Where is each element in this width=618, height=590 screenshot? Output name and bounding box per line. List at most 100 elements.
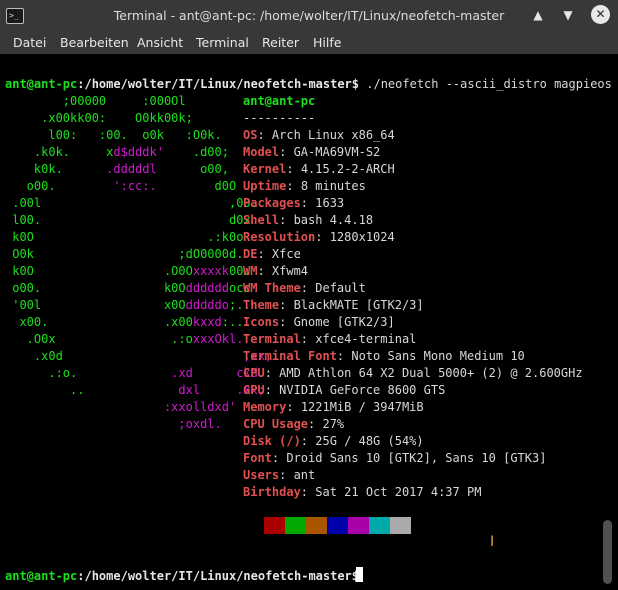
close-icon[interactable]: ✕ (591, 5, 610, 24)
prompt-path: :/home/wolter/IT/Linux/neofetch-master$ (77, 569, 360, 583)
ascii-logo-line: l00: :00. o0k :O0k. (5, 127, 221, 144)
info-key: Birthday (243, 485, 301, 499)
info-value: Default (315, 281, 366, 295)
prompt-path: :/home/wolter/IT/Linux/neofetch-master$ (77, 77, 360, 91)
info-key: Kernel (243, 162, 287, 176)
info-value: Droid Sans 10 [GTK2], Sans 10 [GTK3] (286, 451, 547, 465)
ascii-logo-line: .00l ,00. (5, 195, 258, 212)
ascii-logo-line: o00. ':cc:. d0O (5, 178, 237, 195)
info-colon: : (336, 349, 352, 363)
info-row: Resolution: 1280x1024 (243, 229, 395, 246)
ascii-logo-segment: :.. (221, 315, 244, 329)
ascii-logo-segment: k0O .O0O (5, 264, 193, 278)
info-colon: : (279, 315, 294, 329)
ascii-logo-line: k0O .O0Oxxxxk00: (5, 263, 250, 280)
ascii-logo-segment: o00, (156, 162, 229, 176)
info-key: Theme (243, 298, 280, 312)
info-row: WM: Xfwm4 (243, 263, 308, 280)
info-row: CPU Usage: 27% (243, 416, 344, 433)
ascii-logo-segment: d0O (156, 179, 237, 193)
info-user: ant@ant-pc (243, 94, 316, 108)
ascii-logo-line: .. dxl .xx; (5, 382, 265, 399)
info-value: Arch Linux x86_64 (271, 128, 395, 142)
ascii-logo-segment: ,00. (41, 196, 258, 210)
info-row: Uptime: 8 minutes (243, 178, 366, 195)
ascii-logo-line: .k0k. xd$dddk' .d00; (5, 144, 229, 161)
info-key: DE (243, 247, 258, 261)
ascii-logo-segment: .:o. (5, 366, 78, 380)
ascii-logo-line: .O0x .:oxxxOkl. (5, 331, 244, 348)
info-colon: : (279, 468, 294, 482)
text-cursor (356, 567, 363, 582)
menu-terminal[interactable]: Terminal (196, 35, 249, 50)
info-value: Gnome [GTK2/3] (293, 315, 395, 329)
ascii-logo-line: .:o. .xd ckd (5, 365, 258, 382)
info-colon: : (300, 332, 316, 346)
info-colon: : (286, 179, 301, 193)
info-colon: : (315, 230, 330, 244)
prompt-user: ant@ant-pc (5, 77, 78, 91)
ascii-logo-line: .x0d ,xx, (5, 348, 272, 365)
ascii-logo-segment: dxl .xx; (84, 383, 266, 397)
info-value: ant (293, 468, 316, 482)
info-key: Terminal (243, 332, 301, 346)
info-row: Terminal Font: Noto Sans Mono Medium 10 (243, 348, 525, 365)
ascii-logo-segment: kxxd (192, 315, 222, 329)
info-row: Theme: BlackMATE [GTK2/3] (243, 297, 424, 314)
info-header: ant@ant-pc (243, 93, 315, 110)
info-colon: : (300, 196, 316, 210)
info-value: BlackMATE [GTK2/3] (293, 298, 424, 312)
current-prompt: ant@ant-pc:/home/wolter/IT/Linux/neofetc… (5, 568, 359, 585)
menu-reiter[interactable]: Reiter (262, 35, 299, 50)
info-row: GPU: NVIDIA GeForce 8600 GTS (243, 382, 445, 399)
scrollbar[interactable] (603, 520, 612, 584)
info-key: CPU Usage (243, 417, 309, 431)
ascii-logo-segment: ;00000 :000Ol (5, 94, 186, 108)
info-separator-text: ---------- (243, 111, 316, 125)
ascii-logo-segment: .O0x .:o (5, 332, 193, 346)
ascii-logo-segment: xxxOkl. (192, 332, 244, 346)
ascii-logo-segment: d0x (41, 213, 251, 227)
info-colon: : (286, 162, 301, 176)
ascii-logo-segment: .dddddl (106, 162, 157, 176)
ascii-logo-segment: k0k. (5, 162, 107, 176)
info-colon: : (257, 247, 272, 261)
ascii-logo-segment: .00l (5, 196, 42, 210)
info-colon: : (286, 400, 301, 414)
info-key: Model (243, 145, 280, 159)
info-value: Xfwm4 (271, 264, 309, 278)
color-swatch (285, 517, 306, 534)
ascii-logo-line: :xxolldxd' (5, 399, 236, 416)
info-value: 25G / 48G (54%) (315, 434, 424, 448)
ascii-logo-segment: .xd ckd (77, 366, 258, 380)
info-key: Shell (243, 213, 280, 227)
title-bar[interactable]: >_ Terminal - ant@ant-pc: /home/wolter/I… (0, 0, 618, 32)
info-row: Packages: 1633 (243, 195, 344, 212)
info-colon: : (264, 383, 280, 397)
info-row: Kernel: 4.15.2-2-ARCH (243, 161, 395, 178)
ascii-logo-line: x00. .x00kxxd:.. (5, 314, 243, 331)
info-colon: : (257, 264, 272, 278)
menu-datei[interactable]: Datei (13, 35, 46, 50)
terminal-output[interactable]: ant@ant-pc:/home/wolter/IT/Linux/neofetc… (0, 54, 618, 590)
info-value: Xfce (271, 247, 301, 261)
ascii-logo-segment: dddddd (185, 281, 229, 295)
info-row: OS: Arch Linux x86_64 (243, 127, 395, 144)
ascii-logo-line: k0k. .dddddl o00, (5, 161, 229, 178)
info-colon: : (264, 366, 280, 380)
minimize-icon[interactable]: ▼ (559, 6, 577, 24)
ascii-logo-line: ;oxdl. (5, 416, 221, 433)
ascii-logo-line: o00. k0Oddddddocc (5, 280, 250, 297)
info-key: Resolution (243, 230, 316, 244)
prompt-user: ant@ant-pc (5, 569, 78, 583)
ascii-logo-segment: xxxxk (192, 264, 229, 278)
color-swatch (369, 517, 390, 534)
menu-hilfe[interactable]: Hilfe (313, 35, 341, 50)
info-key: Font (243, 451, 272, 465)
info-value: 27% (322, 417, 345, 431)
maximize-icon[interactable]: ▲ (529, 6, 547, 24)
menu-ansicht[interactable]: Ansicht (137, 35, 183, 50)
ascii-logo-segment: .d00; (163, 145, 229, 159)
info-row: Terminal: xfce4-terminal (243, 331, 416, 348)
menu-bearbeiten[interactable]: Bearbeiten (60, 35, 129, 50)
